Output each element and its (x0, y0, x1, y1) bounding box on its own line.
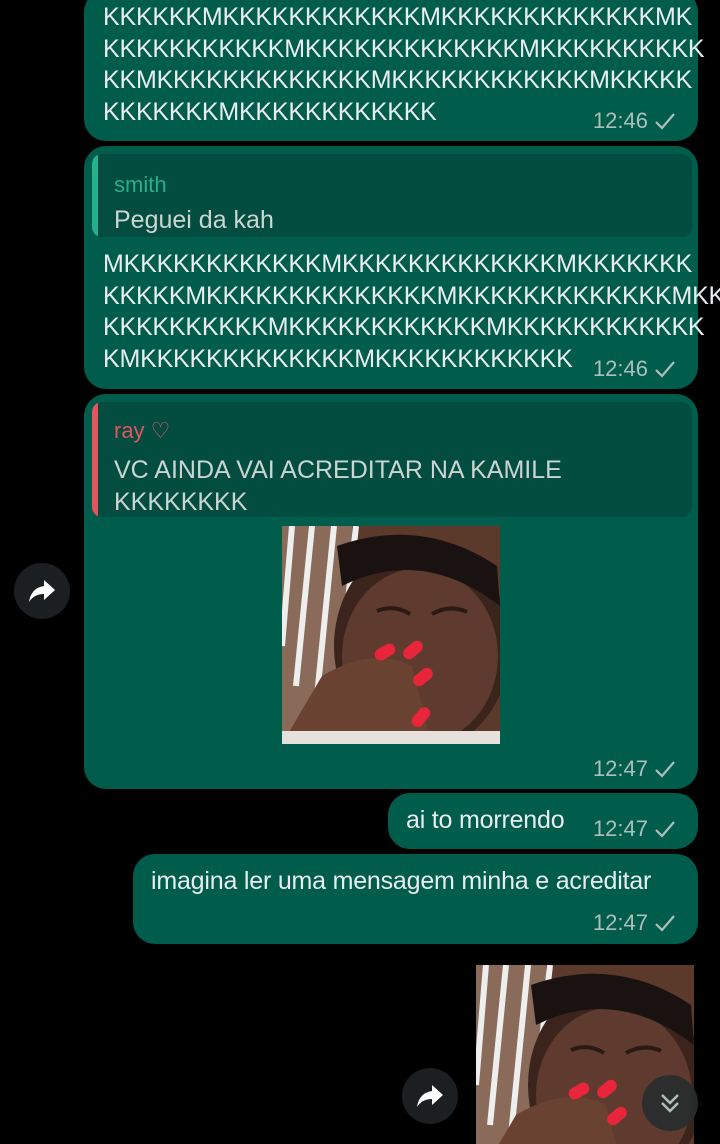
sticker-image (282, 526, 500, 744)
quote-author: smith (114, 172, 167, 197)
message-bubble[interactable]: smith Peguei da kah MKKKKKKKKKKKKMKKKKKK… (84, 146, 720, 389)
quoted-reply[interactable]: ray ♡ VC AINDA VAI ACREDITAR NA KAMILE K… (92, 402, 692, 517)
message-meta: 12:46 (593, 108, 676, 134)
single-check-icon (655, 915, 675, 932)
message-time: 12:47 (592, 816, 648, 841)
message-bubble[interactable]: KKKKKKMKKKKKKKKKKKKMKKKKKKKKKKKKKMK KKKK… (84, 0, 705, 141)
message-bubble[interactable]: ray ♡ VC AINDA VAI ACREDITAR NA KAMILE K… (84, 394, 698, 789)
message-text: ai to morrendo (406, 806, 565, 834)
message-meta: 12:47 (593, 756, 676, 782)
scroll-to-bottom-button[interactable] (642, 1075, 698, 1131)
message-text: imagina ler uma mensagem minha e acredit… (151, 867, 652, 895)
message-time: 12:46 (592, 108, 648, 133)
single-check-icon (655, 113, 675, 130)
single-check-icon (655, 361, 675, 378)
message-time: 12:47 (592, 756, 648, 781)
message-time: 12:46 (592, 356, 648, 381)
quote-text: Peguei da kah (114, 206, 274, 234)
quote-text: VC AINDA VAI ACREDITAR NA KAMILE KKKKKKK… (114, 456, 562, 516)
single-check-icon (655, 821, 675, 838)
forward-arrow-icon (29, 580, 55, 602)
laughing-person-sticker[interactable] (282, 526, 500, 744)
message-bubble[interactable]: ai to morrendo 12:47 (388, 793, 698, 849)
single-check-icon (655, 761, 675, 778)
quote-author: ray ♡ (114, 418, 171, 443)
message-bubble[interactable]: imagina ler uma mensagem minha e acredit… (133, 854, 698, 944)
quote-accent-bar (92, 402, 98, 517)
forward-button[interactable] (402, 1068, 458, 1124)
quoted-reply[interactable]: smith Peguei da kah (92, 154, 692, 237)
quote-accent-bar (92, 154, 98, 237)
forward-arrow-icon (417, 1085, 443, 1107)
message-time: 12:47 (592, 910, 648, 935)
forward-button[interactable] (14, 563, 70, 619)
double-chevron-down-icon (661, 1094, 679, 1113)
message-meta: 12:47 (593, 816, 676, 842)
message-meta: 12:46 (593, 356, 676, 382)
message-meta: 12:47 (593, 910, 676, 936)
